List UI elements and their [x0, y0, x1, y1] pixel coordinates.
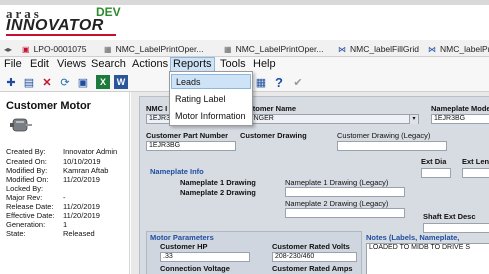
prop-label: Created On: [6, 157, 47, 166]
prop-label: Release Date: [6, 202, 54, 211]
menu-item-leads[interactable]: Leads [171, 74, 251, 89]
prop-value: 11/20/2019 [63, 175, 100, 184]
prop-label: Locked By: [6, 184, 44, 193]
shaft-ext-desc-label: Shaft Ext Desc [423, 212, 476, 221]
customer-rated-volts-label: Customer Rated Volts [272, 242, 350, 251]
menu-item-rating-label[interactable]: Rating Label [171, 92, 251, 107]
save-icon[interactable]: ▤ [22, 75, 36, 89]
menu-bar: File Edit Views Search Actions Reports T… [0, 57, 489, 72]
prop-value: 10/10/2019 [63, 157, 101, 166]
open-tabs-bar: ◂▸ ▣ LPO-0001075 ▦ NMC_LabelPrintOper...… [0, 40, 489, 57]
nmc-id-label: NMC I [146, 104, 168, 113]
tab-lpo[interactable]: ▣ LPO-0001075 [22, 42, 87, 56]
aras-innovator-logo: aras DEV INNOVATOR [6, 5, 166, 36]
customer-name-field[interactable]: AINGER [244, 114, 419, 124]
prop-label: Modified On: [6, 175, 49, 184]
nameplate-info-header: Nameplate Info [150, 167, 204, 176]
ext-dia-label: Ext Dia [421, 157, 447, 166]
notes-field[interactable]: LOADED TO MIDB TO DRIVE S [366, 243, 489, 274]
menu-reports[interactable]: Reports [170, 57, 215, 72]
prop-label: Effective Date: [6, 211, 55, 220]
item-title: Customer Motor [6, 100, 91, 112]
shaft-ext-desc-field[interactable] [423, 223, 489, 233]
nameplate-2-drawing-legacy-field[interactable] [285, 208, 405, 218]
customer-drawing-legacy-label: Customer Drawing (Legacy) [337, 131, 431, 140]
ext-len-label: Ext Len [462, 157, 489, 166]
delete-icon[interactable]: ✕ [40, 75, 54, 89]
excel-export-icon[interactable]: X [96, 75, 110, 89]
nameplate-model-field[interactable]: 1EJR3BG [431, 114, 489, 124]
prop-value: Innovator Admin [63, 147, 118, 156]
menu-actions[interactable]: Actions [132, 58, 168, 71]
menu-edit[interactable]: Edit [30, 58, 49, 71]
menu-search[interactable]: Search [91, 58, 126, 71]
new-item-icon[interactable]: ✚ [4, 75, 18, 89]
prop-value: 1 [63, 220, 68, 229]
connection-voltage-label: Connection Voltage [160, 264, 230, 273]
tab-scroll-left-icon[interactable]: ◂▸ [4, 42, 18, 56]
nameplate-model-label: Nameplate Mode [431, 104, 489, 113]
grid-icon: ▦ [224, 44, 232, 54]
notes-label: Notes (Labels, Nameplate, [366, 233, 460, 242]
prop-label: State: [6, 229, 26, 238]
tab-label-print-oper-1[interactable]: ▦ NMC_LabelPrintOper... [104, 42, 203, 56]
tab-label-fill-grid[interactable]: ⋈ NMC_labelFillGrid [338, 42, 419, 56]
tab-label-print[interactable]: ⋈ NMC_labelPrint [428, 42, 489, 56]
tab-label-print-oper-2[interactable]: ▦ NMC_LabelPrintOper... [224, 42, 323, 56]
customer-name-lookup-icon[interactable]: ▾ [409, 115, 418, 124]
refresh-icon[interactable]: ⟳ [58, 75, 72, 89]
customer-drawing-legacy-field[interactable] [337, 141, 447, 151]
menu-tools[interactable]: Tools [220, 58, 246, 71]
tab-label: LPO-0001075 [33, 44, 87, 54]
tab-label: NMC_LabelPrintOper... [235, 44, 324, 54]
prop-value: 11/20/2019 [63, 202, 100, 211]
grid-icon: ▦ [104, 44, 112, 54]
method-icon: ⋈ [338, 44, 346, 54]
prop-value: - [63, 193, 66, 202]
menu-views[interactable]: Views [57, 58, 86, 71]
prop-label: Major Rev: [6, 193, 43, 202]
app-window: aras DEV INNOVATOR ◂▸ ▣ LPO-0001075 ▦ NM… [0, 0, 489, 274]
ext-len-field[interactable] [462, 168, 489, 178]
print-icon[interactable]: ▦ [254, 75, 268, 89]
menu-help[interactable]: Help [253, 58, 276, 71]
prop-label: Created By: [6, 147, 46, 156]
nameplate-2-drawing-label: Nameplate 2 Drawing [180, 188, 256, 197]
customer-rated-volts-field[interactable]: 208-230/460 [272, 252, 357, 262]
prop-label: Modified By: [6, 166, 48, 175]
prop-value: Kamran Aftab [63, 166, 109, 175]
ext-dia-field[interactable] [421, 168, 451, 178]
logo-underline [6, 34, 116, 36]
item-properties-panel: Customer Motor Created By: Innovator Adm… [0, 92, 130, 274]
nameplate-1-drawing-label: Nameplate 1 Drawing [180, 178, 256, 187]
word-export-icon[interactable]: W [114, 75, 128, 89]
nameplate-1-drawing-legacy-label: Nameplate 1 Drawing (Legacy) [285, 178, 389, 187]
customer-rated-amps-label: Customer Rated Amps [272, 264, 353, 273]
customer-hp-label: Customer HP [160, 242, 208, 251]
customer-hp-field[interactable]: .33 [160, 252, 250, 262]
nameplate-1-drawing-legacy-field[interactable] [285, 187, 405, 197]
prop-value: 11/20/2019 [63, 211, 100, 220]
lock-icon[interactable]: ▣ [76, 75, 90, 89]
reports-dropdown-menu: Leads Rating Label Motor Information [169, 71, 253, 126]
tab-label: NMC_labelPrint [440, 44, 489, 54]
tab-label: NMC_LabelPrintOper... [115, 44, 204, 54]
help-icon[interactable]: ? [272, 75, 286, 90]
customer-drawing-label: Customer Drawing [240, 131, 307, 140]
prop-label: Generation: [6, 220, 46, 229]
customer-part-number-field[interactable]: 1EJR3BG [146, 141, 236, 151]
customer-part-number-label: Customer Part Number [146, 131, 229, 140]
logo-innovator: INNOVATOR [6, 17, 104, 34]
nameplate-2-drawing-legacy-label: Nameplate 2 Drawing (Legacy) [285, 199, 389, 208]
method-icon: ⋈ [428, 44, 436, 54]
checkmark-icon[interactable]: ✔ [291, 75, 305, 89]
menu-item-motor-information[interactable]: Motor Information [171, 109, 251, 124]
tab-label: NMC_labelFillGrid [350, 44, 419, 54]
menu-file[interactable]: File [4, 58, 22, 71]
motor-parameters-header: Motor Parameters [150, 233, 214, 242]
motor-icon [10, 118, 32, 132]
part-icon: ▣ [22, 44, 30, 54]
prop-value: Released [63, 229, 95, 238]
